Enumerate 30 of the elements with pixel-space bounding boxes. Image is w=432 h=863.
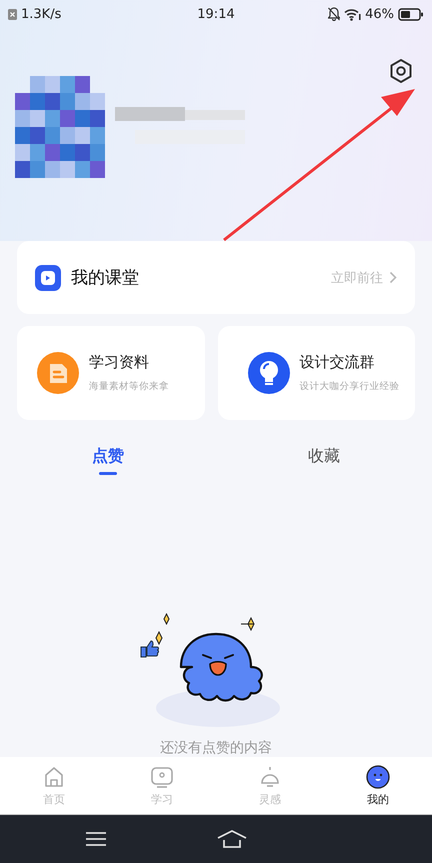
empty-message: 还没有点赞的内容 (160, 739, 272, 757)
tab[interactable]: 收藏 (216, 446, 432, 475)
card-subtitle: 海量素材等你来拿 (89, 380, 169, 393)
card-title: 我的课堂 (71, 267, 140, 289)
wifi-icon (344, 8, 362, 20)
settings-icon[interactable] (388, 58, 414, 84)
my-classroom-card[interactable]: 我的课堂 立即前往 (17, 241, 415, 314)
home-key-icon[interactable] (217, 829, 247, 849)
nav-item[interactable]: 我的 (324, 757, 432, 814)
menu-icon[interactable] (85, 831, 107, 847)
home-icon (42, 764, 66, 788)
no-sim-icon (8, 8, 17, 20)
smiley-avatar-icon (366, 764, 390, 788)
card-subtitle: 设计大咖分享行业经验 (300, 380, 400, 393)
play-icon (35, 264, 61, 290)
bell-icon (258, 764, 282, 788)
shortcut-card[interactable]: 设计交流群 设计大咖分享行业经验 (218, 326, 415, 420)
screen-icon (150, 764, 174, 788)
muted-bell-icon (328, 7, 340, 21)
card-title: 设计交流群 (300, 353, 376, 372)
shortcut-card[interactable]: 学习资料 海量素材等你来拿 (17, 326, 204, 420)
network-speed: 1.3K/s (21, 6, 62, 22)
card-title: 学习资料 (89, 353, 150, 372)
battery-icon (398, 8, 424, 20)
battery-percent: 46% (365, 6, 394, 22)
tab[interactable]: 点赞 (0, 446, 216, 475)
chevron-right-icon (389, 271, 397, 284)
lightbulb-icon (248, 352, 290, 394)
status-time: 19:14 (197, 6, 235, 22)
document-icon (37, 352, 79, 394)
